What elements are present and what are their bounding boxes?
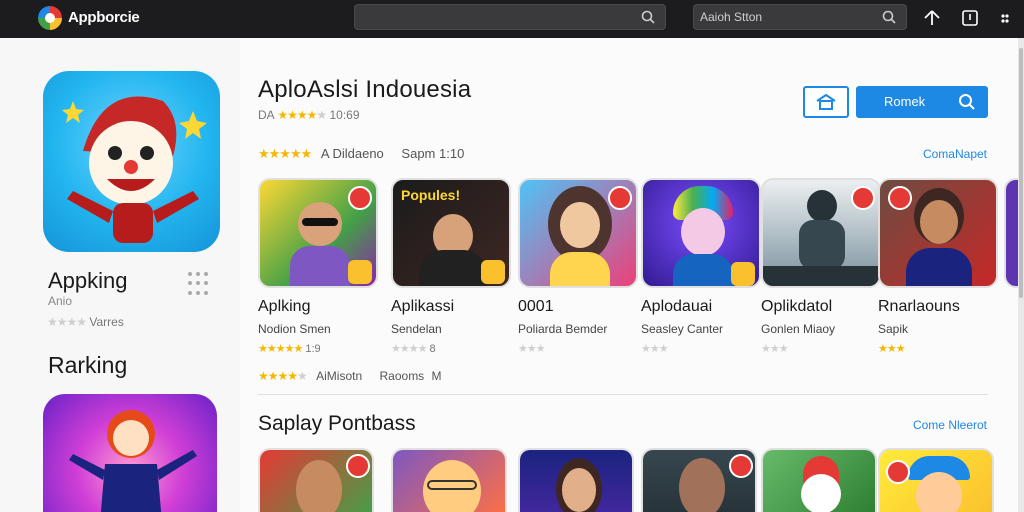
app-card[interactable]: Popules! Aplikassi Sendelan ★★★★ 8: [391, 178, 511, 355]
app-rating: ★★★: [761, 343, 789, 355]
app-developer: Poliarda Bemder: [518, 322, 608, 336]
star-rating: ★★★★★: [277, 108, 327, 122]
app-name[interactable]: Aplodauai: [641, 298, 712, 316]
app-thumbnail[interactable]: [258, 448, 374, 512]
app-card[interactable]: Aplodauai Seasley Canter ★★★: [641, 178, 761, 355]
featured-app-icon[interactable]: [43, 71, 220, 252]
app-developer: Nodion Smen: [258, 322, 331, 336]
meta-text-2: Sapm 1:10: [401, 146, 465, 161]
app-thumbnail[interactable]: [641, 178, 761, 288]
app-name[interactable]: Oplikdatol: [761, 298, 832, 316]
app-name[interactable]: Aplikassi: [391, 298, 454, 316]
app-rating: ★★★: [878, 343, 906, 355]
app-row: Aplking Nodion Smen ★★★★★ 1:9 Popules! A…: [258, 178, 1024, 368]
meta-text-2: Raooms: [379, 369, 425, 383]
app-rating: ★★★★ 8: [391, 343, 436, 355]
meta-prefix: DA: [258, 108, 275, 122]
section-title: Saplay Pontbass: [258, 412, 416, 435]
see-all-link[interactable]: ComaNapet: [923, 147, 987, 161]
app-thumbnail[interactable]: [641, 448, 757, 512]
featured-app-title[interactable]: Appking: [48, 268, 128, 294]
featured-sidebar: Appking Anio ★★★★ Varres Rarking: [0, 38, 240, 512]
meta-text-3: M: [431, 369, 442, 383]
star-rating: ★★★★★: [258, 146, 312, 161]
ranking-heading: Rarking: [48, 352, 128, 378]
star-rating: ★★★★: [47, 315, 87, 329]
search-icon[interactable]: [641, 10, 655, 24]
search-input[interactable]: [700, 8, 870, 26]
search-button-label: Romek: [884, 94, 926, 109]
app-name[interactable]: Rnarlaouns: [878, 298, 960, 316]
rating-value: 10:69: [329, 108, 360, 122]
app-thumbnail[interactable]: [518, 178, 638, 288]
app-name[interactable]: Appborcie: [68, 9, 140, 26]
meta-text-1: A Dildaeno: [320, 146, 384, 161]
app-name[interactable]: Aplking: [258, 298, 310, 316]
search-icon: [959, 94, 975, 110]
search-icon[interactable]: [882, 10, 896, 24]
upload-icon[interactable]: [922, 8, 942, 28]
app-thumbnail[interactable]: [761, 178, 881, 288]
main-content: AploAslsi Indouesia DA ★★★★★ 10:69 Romek…: [240, 38, 1024, 512]
app-thumbnail[interactable]: [761, 448, 877, 512]
app-developer: Seasley Canter: [641, 322, 724, 336]
app-name[interactable]: 0001: [518, 298, 554, 316]
scrollbar[interactable]: [1018, 38, 1024, 512]
app-thumbnail[interactable]: [258, 178, 378, 288]
page-title: AploAslsi Indouesia: [258, 76, 472, 103]
top-bar: Appborcie: [0, 0, 1024, 38]
featured-app-subtitle: Anio: [48, 294, 73, 308]
app-thumbnail[interactable]: [878, 178, 998, 288]
app-developer: Gonlen Miaoy: [761, 322, 836, 336]
see-all-link[interactable]: Come Nleerot: [913, 418, 987, 432]
app-card[interactable]: Aplking Nodion Smen ★★★★★ 1:9: [258, 178, 378, 355]
store-icon: [816, 93, 836, 110]
featured-app-rating: ★★★★ Varres: [47, 315, 124, 329]
main-search-box[interactable]: [354, 4, 666, 30]
section-divider: [258, 394, 988, 395]
featured-rating-text: Varres: [89, 315, 124, 329]
section-meta: ★★★★★ A Dildaeno Sapm 1:10: [258, 146, 464, 162]
clown-mascot-icon: [62, 96, 207, 243]
app-thumbnail[interactable]: [878, 448, 994, 512]
app-card[interactable]: Oplikdatol Gonlen Miaoy ★★★: [761, 178, 881, 355]
app-developer: Sendelan: [391, 322, 442, 336]
grid-menu-icon[interactable]: [188, 272, 212, 296]
star-rating: ★★★★★: [258, 369, 308, 383]
app-thumbnail[interactable]: [518, 448, 634, 512]
app-card[interactable]: 0001 Poliarda Bemder ★★★: [518, 178, 638, 355]
app-rating: ★★★: [641, 343, 669, 355]
search-button[interactable]: Romek: [856, 86, 988, 118]
app-row: [258, 448, 1024, 512]
window-icon[interactable]: [960, 8, 980, 28]
section-meta: ★★★★★ AiMisotn Raooms M: [258, 369, 442, 383]
meta-text-1: AiMisotn: [316, 369, 363, 383]
app-developer: Sapik: [878, 322, 909, 336]
app-card[interactable]: Rnarlaouns Sapik ★★★: [878, 178, 998, 355]
store-button[interactable]: [803, 86, 849, 118]
more-icon[interactable]: [995, 8, 1015, 28]
app-rating: ★★★: [518, 343, 546, 355]
dancer-avatar-icon: [69, 410, 197, 512]
app-thumbnail[interactable]: [391, 448, 507, 512]
secondary-search-box[interactable]: [693, 4, 907, 30]
app-thumbnail[interactable]: Popules!: [391, 178, 511, 288]
title-meta: DA ★★★★★ 10:69: [258, 108, 360, 122]
app-rating: ★★★★★ 1:9: [258, 343, 321, 355]
ranking-app-icon[interactable]: [43, 394, 217, 512]
app-logo-icon[interactable]: [38, 6, 62, 30]
